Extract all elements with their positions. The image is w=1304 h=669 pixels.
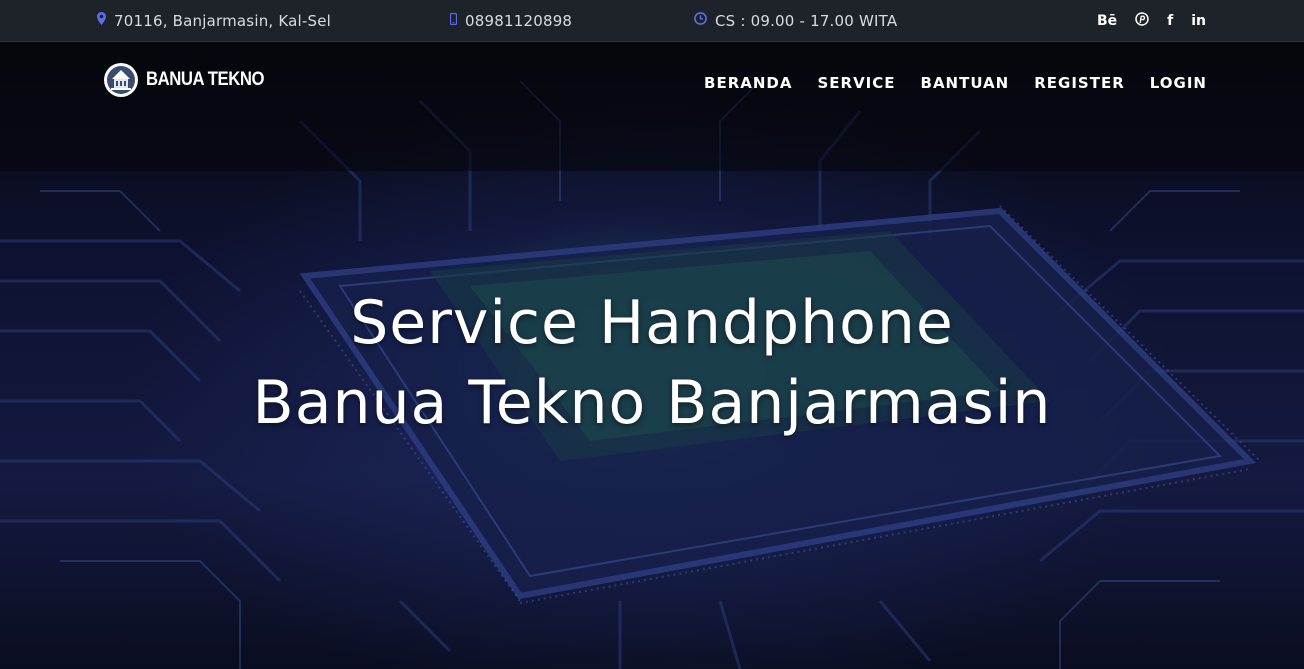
social-links: Bē f in xyxy=(1097,0,1206,41)
main-navbar: BANUA TEKNO BERANDA SERVICE BANTUAN REGI… xyxy=(0,41,1304,125)
linkedin-icon[interactable]: in xyxy=(1191,13,1206,29)
pinterest-icon[interactable] xyxy=(1135,11,1149,30)
nav-item-beranda[interactable]: BERANDA xyxy=(704,74,792,92)
address-text: 70116, Banjarmasin, Kal-Sel xyxy=(114,11,331,30)
clock-icon xyxy=(694,12,707,29)
address-info: 70116, Banjarmasin, Kal-Sel xyxy=(97,0,331,41)
mobile-phone-icon xyxy=(449,12,458,29)
hours-text: CS : 09.00 - 17.00 WITA xyxy=(715,11,898,30)
brand-name: BANUA TEKNO xyxy=(146,69,265,90)
facebook-icon[interactable]: f xyxy=(1167,13,1173,29)
banua-tekno-logo xyxy=(104,63,138,97)
behance-icon[interactable]: Bē xyxy=(1097,13,1117,29)
map-marker-icon xyxy=(97,12,106,29)
hero-title-line-1: Service Handphone xyxy=(350,288,954,358)
main-menu: BERANDA SERVICE BANTUAN REGISTER LOGIN xyxy=(704,41,1207,125)
nav-item-bantuan[interactable]: BANTUAN xyxy=(921,74,1010,92)
hours-info: CS : 09.00 - 17.00 WITA xyxy=(694,0,897,41)
nav-item-register[interactable]: REGISTER xyxy=(1034,74,1125,92)
phone-text[interactable]: 08981120898 xyxy=(465,12,572,30)
brand[interactable]: BANUA TEKNO xyxy=(104,63,280,97)
hero-title: Service Handphone Banua Tekno Banjarmasi… xyxy=(0,283,1304,443)
page: 70116, Banjarmasin, Kal-Sel 08981120898 … xyxy=(0,0,1304,669)
top-info-bar: 70116, Banjarmasin, Kal-Sel 08981120898 … xyxy=(0,0,1304,42)
nav-item-service[interactable]: SERVICE xyxy=(817,74,895,92)
hero-title-line-2: Banua Tekno Banjarmasin xyxy=(252,368,1052,438)
nav-item-login[interactable]: LOGIN xyxy=(1150,74,1207,92)
phone-info: 08981120898 xyxy=(449,0,572,41)
